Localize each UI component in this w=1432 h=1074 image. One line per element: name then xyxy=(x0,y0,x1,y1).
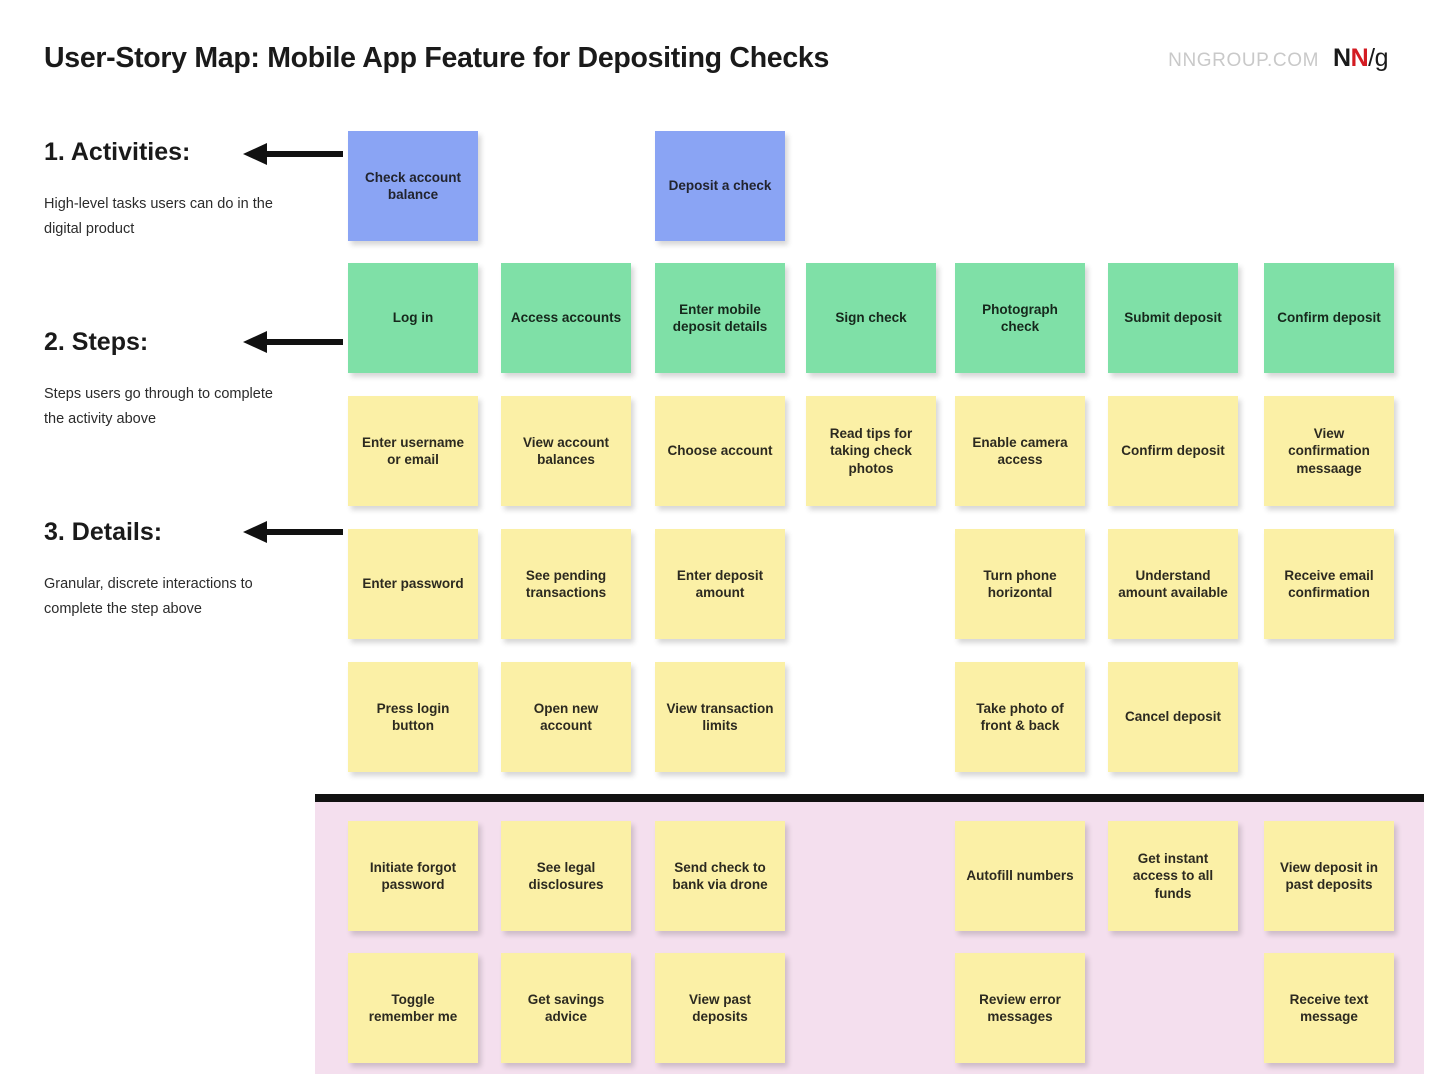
below-the-line-card[interactable]: Autofill numbers xyxy=(955,821,1085,931)
step-card[interactable]: Confirm deposit xyxy=(1264,263,1394,373)
below-the-line-card[interactable]: Review error messages xyxy=(955,953,1085,1063)
step-card[interactable]: Photograph check xyxy=(955,263,1085,373)
story-map-canvas: User-Story Map: Mobile App Feature for D… xyxy=(0,0,1432,1074)
detail-card[interactable]: View transaction limits xyxy=(655,662,785,772)
detail-card[interactable]: Enter deposit amount xyxy=(655,529,785,639)
detail-card[interactable]: View account balances xyxy=(501,396,631,506)
legend-heading-3: 3. Details: xyxy=(44,518,163,546)
step-card[interactable]: Enter mobile deposit details xyxy=(655,263,785,373)
below-the-line-card[interactable]: View deposit in past deposits xyxy=(1264,821,1394,931)
below-the-line-band xyxy=(315,802,1424,1074)
step-card[interactable]: Submit deposit xyxy=(1108,263,1238,373)
detail-card[interactable]: Enter password xyxy=(348,529,478,639)
logo-letter-n2: N xyxy=(1350,44,1369,72)
detail-card[interactable]: Open new account xyxy=(501,662,631,772)
below-the-line-card[interactable]: View past deposits xyxy=(655,953,785,1063)
detail-card[interactable]: Turn phone horizontal xyxy=(955,529,1085,639)
below-the-line-divider xyxy=(315,794,1424,802)
below-the-line-card[interactable]: Get savings advice xyxy=(501,953,631,1063)
detail-card[interactable]: Cancel deposit xyxy=(1108,662,1238,772)
detail-card[interactable]: Understand amount available xyxy=(1108,529,1238,639)
step-card[interactable]: Sign check xyxy=(806,263,936,373)
below-the-line-card[interactable]: See legal disclosures xyxy=(501,821,631,931)
logo-slash-g: /g xyxy=(1368,44,1388,72)
activity-card[interactable]: Check account balance xyxy=(348,131,478,241)
detail-card[interactable]: Take photo of front & back xyxy=(955,662,1085,772)
legend-description-1: High-level tasks users can do in the dig… xyxy=(44,196,273,238)
legend-heading-2: 2. Steps: xyxy=(44,328,149,356)
detail-card[interactable]: Choose account xyxy=(655,396,785,506)
below-the-line-card[interactable]: Get instant access to all funds xyxy=(1108,821,1238,931)
brand-block: NNGROUP.COM NN/g xyxy=(1168,44,1388,73)
detail-card[interactable]: Confirm deposit xyxy=(1108,396,1238,506)
detail-card[interactable]: Enter username or email xyxy=(348,396,478,506)
detail-card[interactable]: Enable camera access xyxy=(955,396,1085,506)
nng-logo: NN/g xyxy=(1333,44,1388,73)
detail-card[interactable]: View confirmation messaage xyxy=(1264,396,1394,506)
step-card[interactable]: Log in xyxy=(348,263,478,373)
arrow-to-steps xyxy=(243,331,343,353)
below-the-line-card[interactable]: Toggle remember me xyxy=(348,953,478,1063)
legend-description-3: Granular, discrete interactions to compl… xyxy=(44,576,253,618)
arrow-to-details xyxy=(243,521,343,543)
detail-card[interactable]: See pending transactions xyxy=(501,529,631,639)
below-the-line-card[interactable]: Initiate forgot password xyxy=(348,821,478,931)
page-title: User-Story Map: Mobile App Feature for D… xyxy=(44,42,829,74)
legend-heading-1: 1. Activities: xyxy=(44,138,191,166)
step-card[interactable]: Access accounts xyxy=(501,263,631,373)
below-the-line-card[interactable]: Receive text message xyxy=(1264,953,1394,1063)
legend-description-2: Steps users go through to complete the a… xyxy=(44,386,273,428)
below-the-line-card[interactable]: Send check to bank via drone xyxy=(655,821,785,931)
arrow-to-activities xyxy=(243,143,343,165)
brand-url: NNGROUP.COM xyxy=(1168,50,1320,71)
logo-letter-n1: N xyxy=(1333,44,1351,72)
activity-card[interactable]: Deposit a check xyxy=(655,131,785,241)
detail-card[interactable]: Read tips for taking check photos xyxy=(806,396,936,506)
detail-card[interactable]: Receive email confirmation xyxy=(1264,529,1394,639)
detail-card[interactable]: Press login button xyxy=(348,662,478,772)
